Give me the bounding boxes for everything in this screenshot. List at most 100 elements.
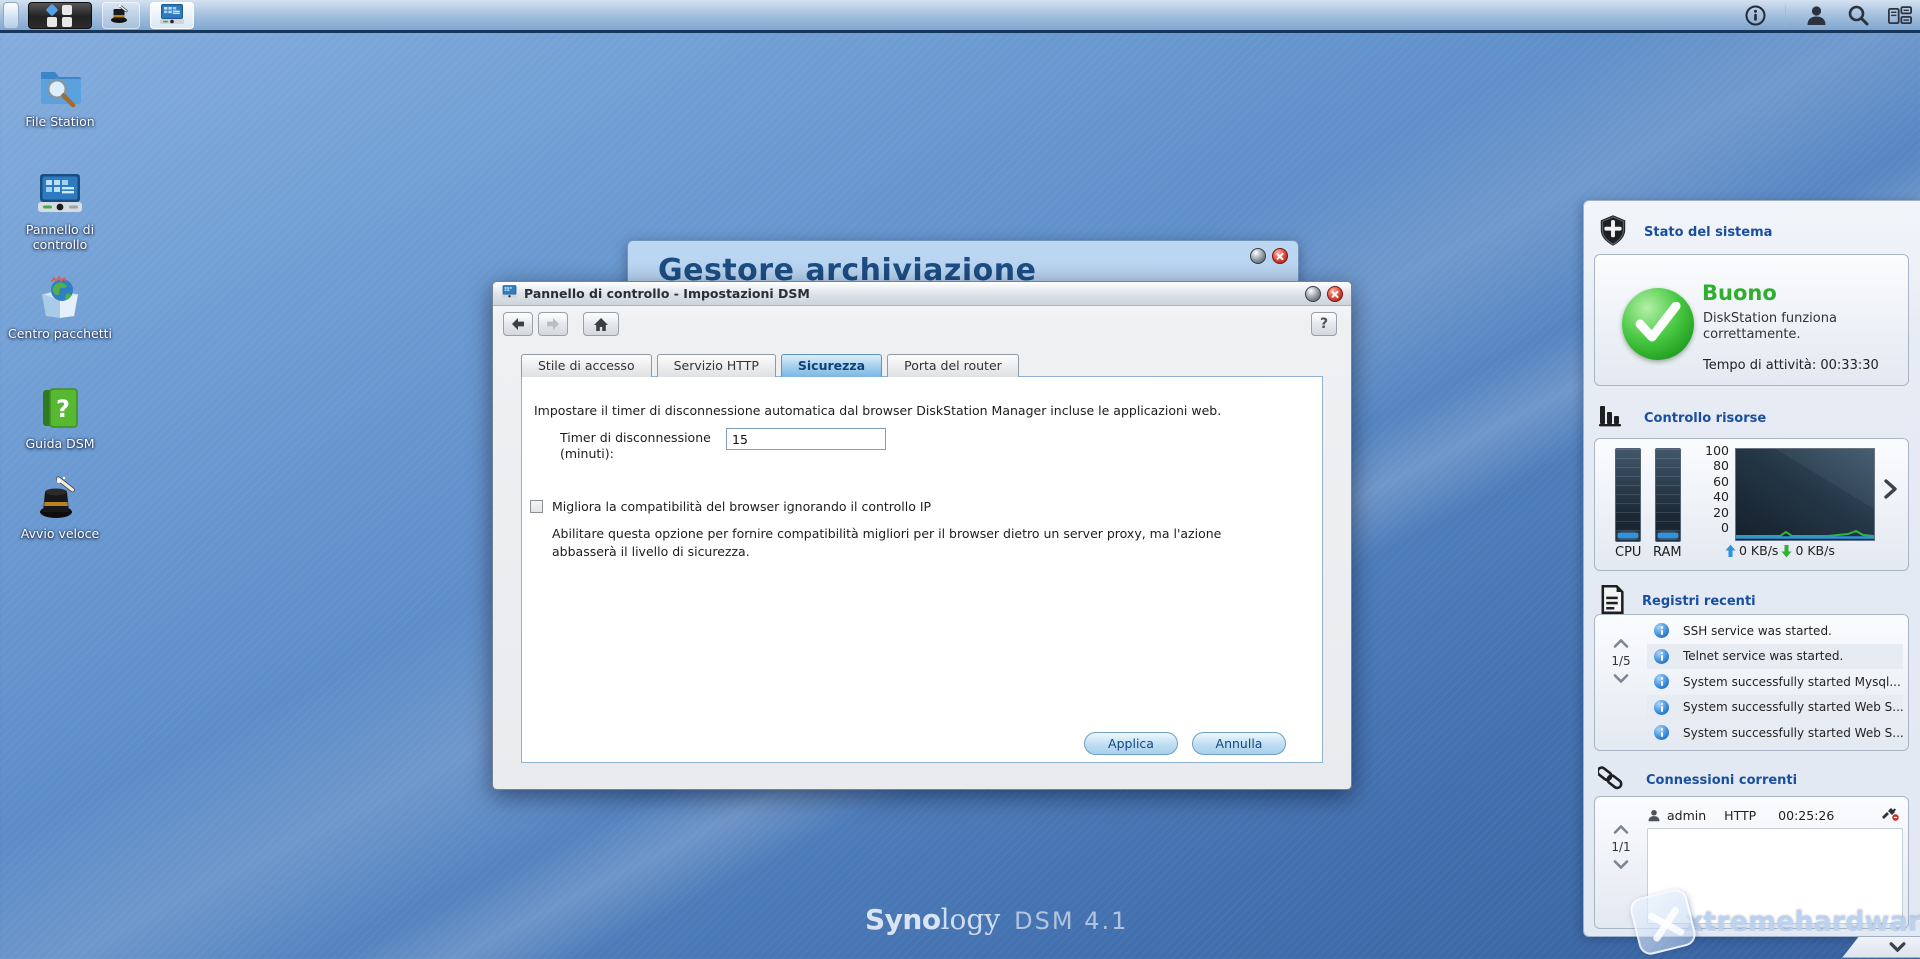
option-note: Abilitare questa opzione per fornire com… — [552, 526, 1222, 560]
resource-monitor-card: CPU RAM 100 80 60 40 20 0 0 KB/s 0 KB/s — [1594, 438, 1909, 571]
desktop-icon-centro-pacchetti[interactable]: Centro pacchetti — [4, 274, 116, 342]
system-status-header: Stato del sistema — [1598, 214, 1772, 251]
desktop-icon-avvio-veloce[interactable]: Avvio veloce — [4, 474, 116, 542]
resource-monitor-header: Controllo risorse — [1598, 402, 1766, 434]
checkbox-label: Migliora la compatibilità del browser ig… — [552, 499, 932, 514]
connections-pager: 1/1 — [1603, 825, 1639, 869]
download-arrow-icon — [1781, 544, 1792, 557]
log-row: System successfully started Mysql... — [1647, 669, 1903, 695]
ram-label: RAM — [1653, 545, 1682, 560]
section-title: Stato del sistema — [1644, 225, 1773, 240]
download-rate: 0 KB/s — [1795, 543, 1835, 558]
desktop-icon-label: Guida DSM — [25, 436, 95, 451]
tab-sicurezza[interactable]: Sicurezza — [780, 354, 883, 377]
show-desktop-button[interactable] — [3, 2, 19, 29]
magic-hat-icon — [109, 2, 133, 30]
connection-row: admin HTTP 00:25:26 — [1647, 804, 1903, 826]
info-icon — [1654, 725, 1669, 741]
log-row: Telnet service was started. — [1647, 643, 1903, 669]
control-panel-icon — [501, 284, 518, 303]
main-menu-button[interactable] — [28, 2, 92, 29]
network-rates: 0 KB/s 0 KB/s — [1725, 543, 1835, 558]
ram-gauge — [1655, 448, 1681, 542]
chevron-down-icon — [1889, 942, 1906, 952]
status-description: DiskStation funziona correttamente. — [1703, 311, 1837, 343]
desktop-icon-label: File Station — [25, 114, 95, 129]
connection-user: admin — [1667, 807, 1707, 823]
upload-rate: 0 KB/s — [1739, 543, 1779, 558]
tab-stile-di-accesso[interactable]: Stile di accesso — [521, 354, 652, 377]
synology-dsm-logo: Syno logy DSM 4.1 — [865, 903, 1129, 936]
current-connections-header: Connessioni correnti — [1596, 763, 1798, 797]
logout-timer-input[interactable] — [726, 428, 886, 450]
log-row: System successfully started Web S... — [1647, 720, 1903, 746]
connection-protocol: HTTP — [1724, 807, 1757, 823]
minimize-button[interactable] — [1250, 248, 1266, 264]
tab-servizio-http[interactable]: Servizio HTTP — [656, 354, 776, 377]
taskbar-item-pannello-di-controllo[interactable] — [150, 2, 194, 29]
desktop-icon-label: Avvio veloce — [20, 526, 100, 541]
info-icon — [1654, 674, 1669, 690]
minimize-button[interactable] — [1305, 286, 1321, 302]
log-list: SSH service was started. Telnet service … — [1647, 618, 1903, 746]
uptime-text: Tempo di attività: 00:33:30 — [1703, 358, 1879, 373]
logs-page-indicator: 1/5 — [1611, 654, 1631, 668]
taskbar-item-avvio-veloce[interactable] — [102, 2, 140, 29]
log-row: System successfully started Web S... — [1647, 694, 1903, 720]
chevron-up-icon[interactable] — [1613, 639, 1629, 648]
log-row: SSH service was started. — [1647, 618, 1903, 644]
chevron-down-icon[interactable] — [1613, 674, 1629, 683]
dialog-toolbar — [503, 312, 619, 336]
sidebar-collapse-button[interactable] — [1842, 936, 1920, 958]
section-title: Registri recenti — [1642, 594, 1756, 609]
tab-porta-del-router[interactable]: Porta del router — [887, 354, 1019, 377]
system-status-card: Buono DiskStation funziona correttamente… — [1594, 254, 1909, 386]
control-panel-icon — [159, 2, 185, 30]
search-icon[interactable] — [1846, 4, 1870, 28]
cpu-label: CPU — [1615, 545, 1642, 560]
compatibility-checkbox[interactable] — [530, 500, 543, 513]
chevron-down-icon[interactable] — [1613, 860, 1629, 869]
close-button[interactable] — [1327, 286, 1343, 302]
recent-logs-card: 1/5 SSH service was started. Telnet serv… — [1594, 614, 1909, 751]
desktop-icon-label: Centro pacchetti — [8, 326, 112, 341]
info-icon — [1654, 648, 1669, 664]
dialog-title: Pannello di controllo - Impostazioni DSM — [524, 286, 810, 301]
logs-pager: 1/5 — [1603, 639, 1639, 683]
chevron-right-icon[interactable] — [1883, 479, 1897, 503]
upload-arrow-icon — [1725, 544, 1736, 557]
disconnect-icon[interactable] — [1881, 807, 1899, 824]
compatibility-option-row: Migliora la compatibilità del browser ig… — [530, 499, 931, 514]
home-button[interactable] — [583, 312, 619, 336]
desktop-icon-file-station[interactable]: File Station — [4, 62, 116, 130]
chevron-up-icon[interactable] — [1613, 825, 1629, 834]
forward-button[interactable] — [538, 312, 568, 336]
apply-button[interactable]: Applica — [1084, 732, 1178, 755]
intro-text: Impostare il timer di disconnessione aut… — [534, 403, 1222, 418]
desktop-icon-guida-dsm[interactable]: ? Guida DSM — [4, 384, 116, 452]
shield-icon — [1598, 214, 1628, 251]
cancel-button[interactable]: Annulla — [1192, 732, 1286, 755]
tab-panel-sicurezza: Impostare il timer di disconnessione aut… — [521, 376, 1323, 763]
dialog-tabs: Stile di accesso Servizio HTTP Sicurezza… — [521, 354, 1024, 377]
magic-hat-icon — [36, 474, 84, 522]
info-icon[interactable] — [1743, 4, 1767, 28]
chain-link-icon — [1596, 763, 1630, 797]
file-station-icon — [36, 62, 84, 110]
connection-time: 00:25:26 — [1778, 807, 1835, 823]
widgets-icon[interactable] — [1888, 4, 1912, 28]
close-button[interactable] — [1272, 248, 1288, 264]
help-button[interactable]: ? — [1311, 312, 1337, 336]
bar-chart-icon — [1598, 402, 1628, 434]
desktop-icon-label: Pannello di controllo — [25, 222, 95, 252]
help-book-icon: ? — [36, 384, 84, 432]
info-icon — [1654, 623, 1669, 639]
user-icon[interactable] — [1804, 4, 1828, 28]
cpu-gauge — [1615, 448, 1641, 542]
dialog-impostazioni-dsm: Pannello di controllo - Impostazioni DSM… — [492, 281, 1352, 790]
desktop-icon-pannello-di-controllo[interactable]: Pannello di controllo — [4, 170, 116, 253]
back-button[interactable] — [503, 312, 533, 336]
dialog-buttons: Applica Annulla — [1084, 732, 1286, 755]
dialog-titlebar[interactable]: Pannello di controllo - Impostazioni DSM — [493, 282, 1351, 306]
section-title: Connessioni correnti — [1646, 772, 1798, 788]
